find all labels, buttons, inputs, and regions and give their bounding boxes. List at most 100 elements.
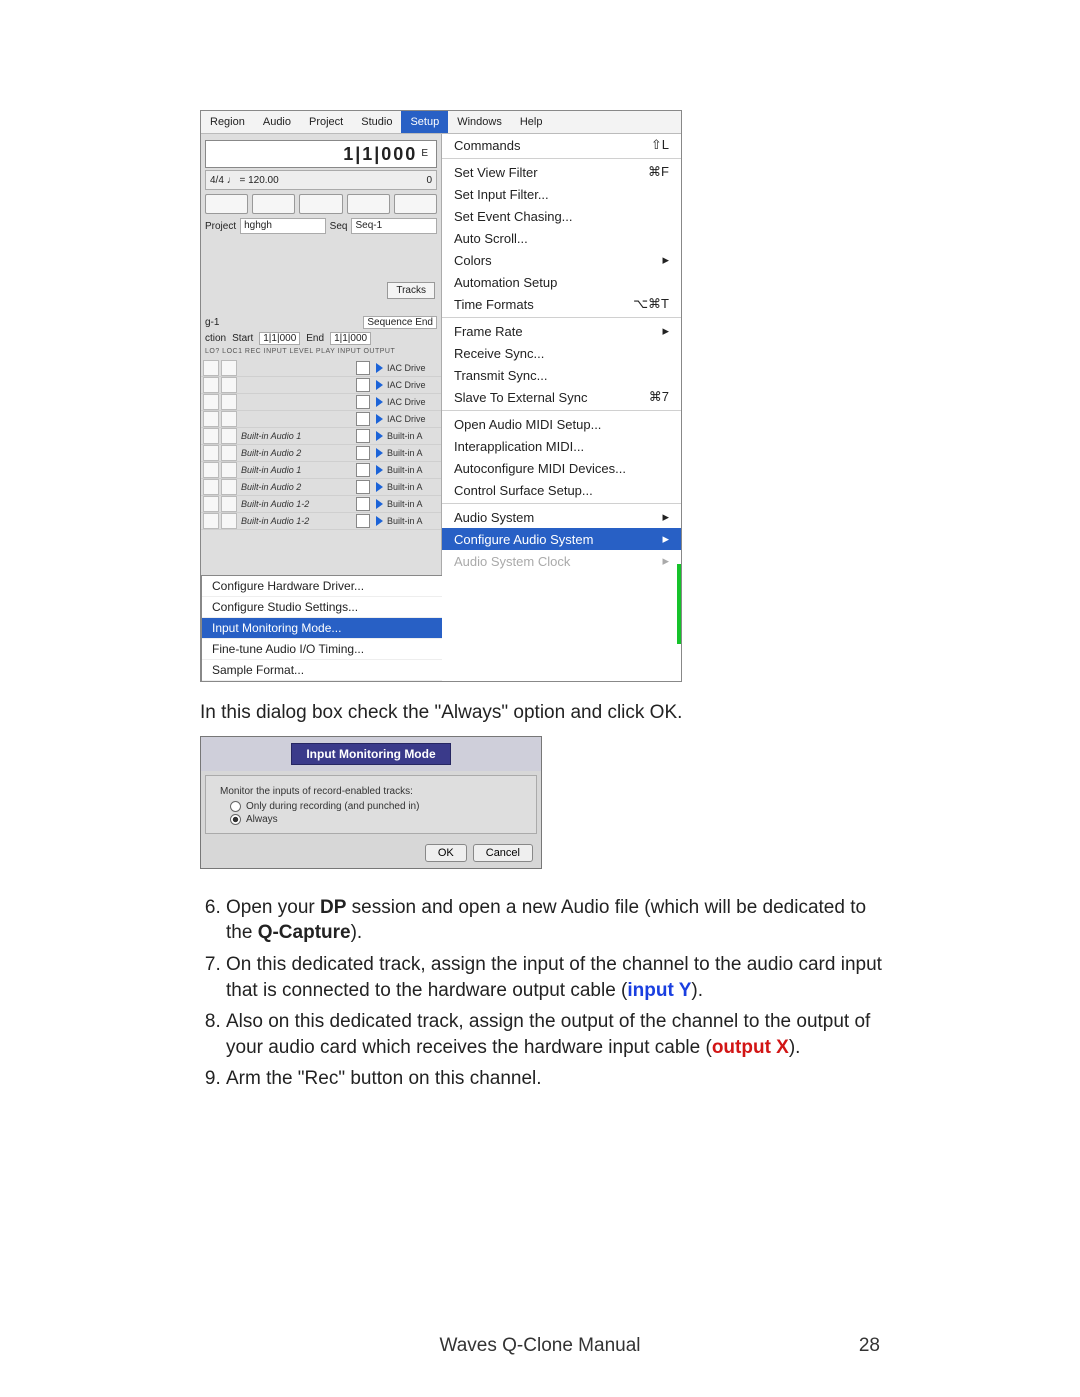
track-cell[interactable] — [203, 445, 219, 461]
menu-item[interactable]: Control Surface Setup... — [442, 479, 681, 501]
project-field[interactable]: hghgh — [240, 218, 326, 234]
input-monitoring-dialog: Input Monitoring Mode Monitor the inputs… — [200, 736, 542, 869]
track-row[interactable]: IAC Drive — [201, 411, 441, 428]
menu-item[interactable]: Open Audio MIDI Setup... — [442, 413, 681, 435]
menu-region[interactable]: Region — [201, 111, 254, 133]
cancel-button[interactable]: Cancel — [473, 844, 533, 862]
track-cell[interactable] — [203, 377, 219, 393]
track-row[interactable]: Built-in Audio 1Built-in A — [201, 462, 441, 479]
menu-item[interactable]: Set Event Chasing... — [442, 205, 681, 227]
play-icon[interactable] — [376, 380, 383, 390]
menu-item[interactable]: Automation Setup — [442, 271, 681, 293]
play-icon[interactable] — [376, 363, 383, 373]
track-checkbox[interactable] — [356, 480, 370, 494]
menu-item[interactable]: Interapplication MIDI... — [442, 435, 681, 457]
play-icon[interactable] — [376, 516, 383, 526]
track-checkbox[interactable] — [356, 446, 370, 460]
instruction-steps: Open your DP session and open a new Audi… — [200, 895, 890, 1092]
play-icon[interactable] — [376, 397, 383, 407]
ok-button[interactable]: OK — [425, 844, 467, 862]
track-checkbox[interactable] — [356, 395, 370, 409]
track-row[interactable]: IAC Drive — [201, 377, 441, 394]
menu-item[interactable]: Slave To External Sync⌘7 — [442, 386, 681, 408]
track-cell[interactable] — [221, 462, 237, 478]
option-only-during-recording[interactable]: Only during recording (and punched in) — [230, 801, 522, 812]
tool-btn[interactable] — [394, 194, 437, 214]
track-cell[interactable] — [221, 394, 237, 410]
play-icon[interactable] — [376, 499, 383, 509]
menu-item[interactable]: Configure Audio System▸ — [442, 528, 681, 550]
track-cell[interactable] — [221, 513, 237, 529]
play-icon[interactable] — [376, 482, 383, 492]
track-checkbox[interactable] — [356, 497, 370, 511]
seq-field[interactable]: Seq-1 — [351, 218, 437, 234]
track-cell[interactable] — [221, 411, 237, 427]
tool-btn[interactable] — [347, 194, 390, 214]
track-row[interactable]: Built-in Audio 2Built-in A — [201, 479, 441, 496]
menu-item[interactable]: Transmit Sync... — [442, 364, 681, 386]
play-icon[interactable] — [376, 414, 383, 424]
menu-item[interactable]: Autoconfigure MIDI Devices... — [442, 457, 681, 479]
menu-item[interactable]: Receive Sync... — [442, 342, 681, 364]
track-row[interactable]: Built-in Audio 1-2Built-in A — [201, 513, 441, 530]
track-row[interactable]: IAC Drive — [201, 394, 441, 411]
submenu-item[interactable]: Sample Format... — [202, 660, 442, 681]
track-cell[interactable] — [221, 496, 237, 512]
track-checkbox[interactable] — [356, 514, 370, 528]
tool-btn[interactable] — [299, 194, 342, 214]
end-value[interactable]: 1|1|000 — [330, 332, 371, 345]
tracks-button[interactable]: Tracks — [387, 282, 435, 299]
tempo-right: 0 — [426, 175, 432, 186]
sequence-end[interactable]: Sequence End — [363, 316, 437, 329]
submenu-item[interactable]: Configure Hardware Driver... — [202, 576, 442, 597]
track-cell[interactable] — [203, 462, 219, 478]
track-checkbox[interactable] — [356, 361, 370, 375]
track-checkbox[interactable] — [356, 378, 370, 392]
track-cell[interactable] — [203, 360, 219, 376]
play-icon[interactable] — [376, 431, 383, 441]
submenu-item[interactable]: Input Monitoring Mode... — [202, 618, 442, 639]
menu-item[interactable]: Auto Scroll... — [442, 227, 681, 249]
track-row[interactable]: Built-in Audio 1-2Built-in A — [201, 496, 441, 513]
track-cell[interactable] — [203, 496, 219, 512]
tool-btn[interactable] — [205, 194, 248, 214]
track-checkbox[interactable] — [356, 463, 370, 477]
menu-separator — [442, 503, 681, 504]
track-cell[interactable] — [221, 377, 237, 393]
tool-btn[interactable] — [252, 194, 295, 214]
menu-studio[interactable]: Studio — [352, 111, 401, 133]
track-cell[interactable] — [221, 360, 237, 376]
menu-item[interactable]: Audio System▸ — [442, 506, 681, 528]
menu-item[interactable]: Time Formats⌥⌘T — [442, 293, 681, 315]
track-cell[interactable] — [221, 479, 237, 495]
play-icon[interactable] — [376, 465, 383, 475]
track-checkbox[interactable] — [356, 429, 370, 443]
menu-help[interactable]: Help — [511, 111, 552, 133]
track-checkbox[interactable] — [356, 412, 370, 426]
track-row[interactable]: Built-in Audio 2Built-in A — [201, 445, 441, 462]
track-cell[interactable] — [203, 394, 219, 410]
submenu-item[interactable]: Fine-tune Audio I/O Timing... — [202, 639, 442, 660]
menu-setup[interactable]: Setup — [401, 111, 448, 133]
menu-item[interactable]: Colors▸ — [442, 249, 681, 271]
track-cell[interactable] — [203, 428, 219, 444]
track-cell[interactable] — [221, 445, 237, 461]
menu-item[interactable]: Set Input Filter... — [442, 183, 681, 205]
menu-project[interactable]: Project — [300, 111, 352, 133]
track-cell[interactable] — [203, 479, 219, 495]
menu-windows[interactable]: Windows — [448, 111, 511, 133]
track-cell[interactable] — [203, 411, 219, 427]
option-always[interactable]: Always — [230, 814, 522, 825]
track-cell[interactable] — [203, 513, 219, 529]
footer: Waves Q-Clone Manual 28 — [0, 1335, 1080, 1357]
track-row[interactable]: Built-in Audio 1Built-in A — [201, 428, 441, 445]
play-icon[interactable] — [376, 448, 383, 458]
menu-item[interactable]: Frame Rate▸ — [442, 320, 681, 342]
menu-item[interactable]: Commands⇧L — [442, 134, 681, 156]
track-row[interactable]: IAC Drive — [201, 360, 441, 377]
menu-audio[interactable]: Audio — [254, 111, 300, 133]
track-cell[interactable] — [221, 428, 237, 444]
start-value[interactable]: 1|1|000 — [259, 332, 300, 345]
menu-item[interactable]: Set View Filter⌘F — [442, 161, 681, 183]
submenu-item[interactable]: Configure Studio Settings... — [202, 597, 442, 618]
